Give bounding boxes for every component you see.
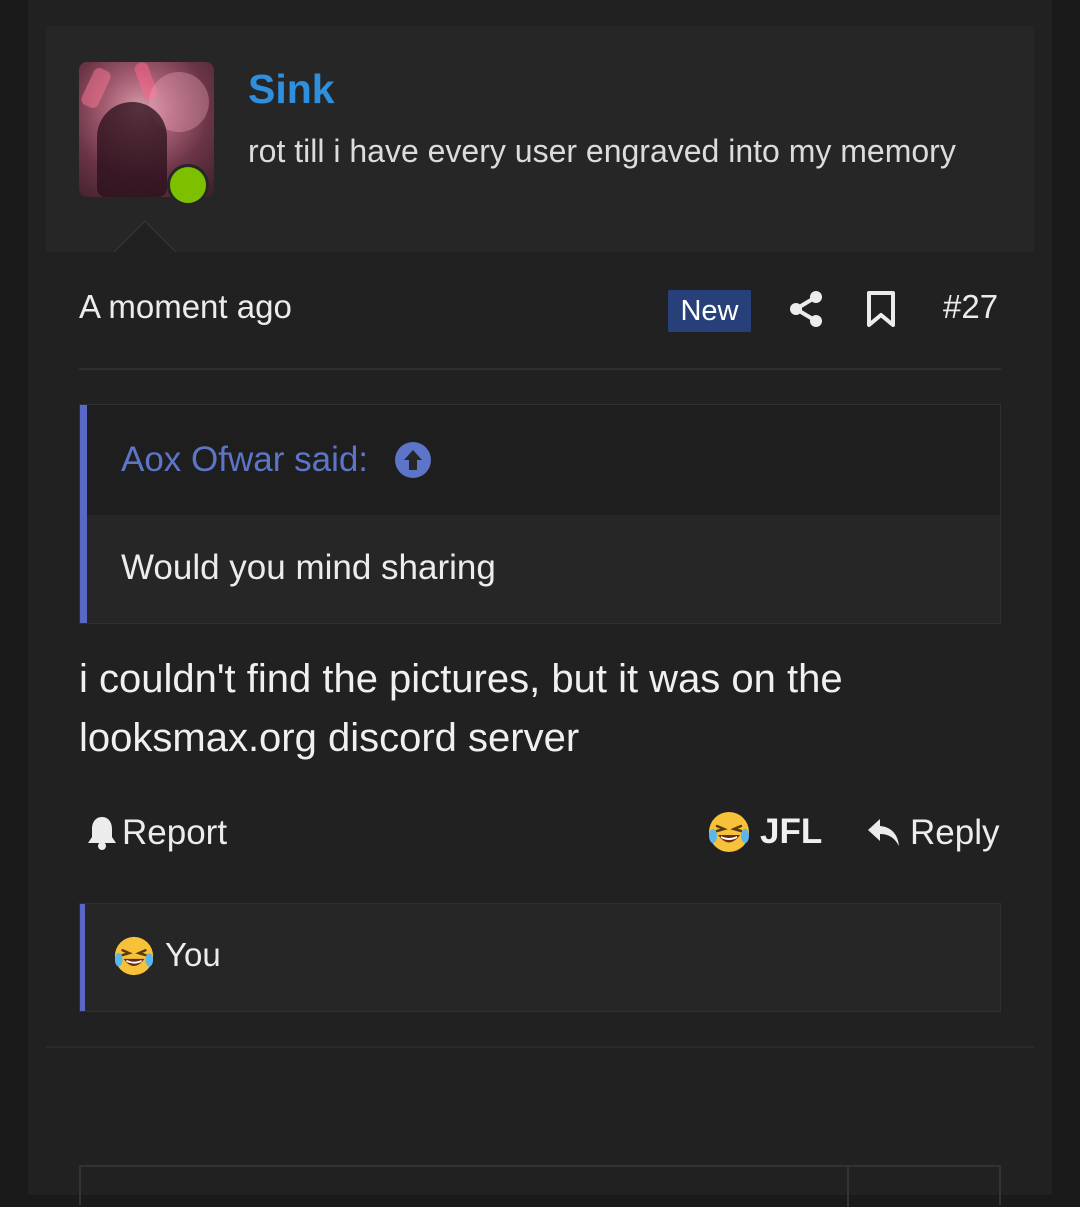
post-body: i couldn't find the pictures, but it was… [79, 657, 843, 760]
quote-block [79, 404, 1001, 624]
quote-text: Would you mind sharing [121, 548, 496, 587]
laughing-emoji-icon [709, 812, 749, 852]
divider [79, 368, 1001, 370]
new-badge: New [668, 290, 751, 332]
report-label: Report [122, 813, 228, 852]
online-status-indicator [167, 164, 209, 206]
reaction-user[interactable]: You [165, 936, 221, 974]
laughing-emoji-icon [114, 936, 154, 976]
share-icon[interactable] [788, 290, 824, 328]
reply-arrow-icon [868, 819, 899, 846]
quote-author[interactable]: Aox Ofwar said: [121, 440, 368, 480]
react-jfl-label: JFL [760, 812, 823, 851]
post-divider [46, 1046, 1034, 1048]
bookmark-icon[interactable] [866, 290, 896, 328]
arrow-up-circle-icon[interactable] [395, 442, 431, 478]
user-block-pointer [115, 222, 175, 252]
reply-editor-box[interactable] [79, 1165, 1001, 1207]
reply-button[interactable]: Reply [866, 812, 999, 854]
report-button[interactable]: Report [86, 812, 227, 854]
bell-icon [88, 817, 116, 850]
post-timestamp[interactable]: A moment ago [79, 288, 292, 326]
post-number[interactable]: #27 [943, 288, 998, 326]
reply-label: Reply [910, 813, 1000, 852]
react-jfl-button[interactable]: JFL [707, 810, 822, 854]
username[interactable]: Sink [248, 66, 335, 113]
user-title: rot till i have every user engraved into… [248, 133, 956, 169]
